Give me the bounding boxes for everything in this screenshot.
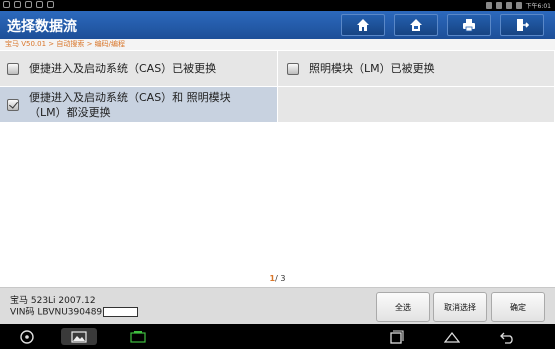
vehicle-home-button[interactable] [394, 14, 438, 36]
steering-wheel-button[interactable] [16, 328, 38, 345]
back-icon [500, 332, 513, 344]
wifi-icon [505, 2, 512, 9]
title-bar: 选择数据流 [0, 11, 555, 39]
print-icon [463, 19, 475, 32]
empty-cell [278, 87, 555, 123]
option-label: 便捷进入及启动系统（CAS）已被更换 [29, 62, 217, 75]
vehicle-home-icon [410, 19, 422, 31]
android-status-bar: 下午6:01 [0, 0, 555, 11]
vci-icon [130, 330, 146, 343]
option-label: 便捷进入及启动系统（CAS）和 照明模块（LM）都没更换 [29, 91, 231, 119]
option-lm-replaced[interactable]: 照明模块（LM）已被更换 [278, 51, 555, 87]
vin-text: VIN码 LBVNU390489 [10, 307, 103, 318]
option-cas-replaced[interactable]: 便捷进入及启动系统（CAS）已被更换 [0, 51, 278, 87]
recent-apps-button[interactable] [385, 328, 407, 345]
exit-icon [517, 19, 529, 31]
battery-icon [515, 2, 522, 9]
option-label: 照明模块（LM）已被更换 [309, 62, 435, 75]
gallery-button[interactable] [61, 328, 97, 345]
breadcrumb: 宝马 V50.01 > 自动搜索 > 编码/编程 [0, 39, 555, 50]
image-icon [71, 330, 87, 343]
bottom-bar: 宝马 523Li 2007.12 VIN码 LBVNU390489 全选 取消选… [0, 287, 555, 324]
clock: 下午6:01 [525, 3, 551, 10]
home-button[interactable] [341, 14, 385, 36]
confirm-button[interactable]: 确定 [491, 292, 545, 322]
steering-wheel-icon [20, 329, 34, 344]
cancel-select-button[interactable]: 取消选择 [433, 292, 487, 322]
checkbox-cas-replaced[interactable] [7, 63, 19, 75]
recent-apps-icon [390, 329, 404, 344]
print-button[interactable] [447, 14, 491, 36]
notification-icon [25, 1, 32, 8]
bluetooth-icon [495, 2, 502, 9]
notification-icons [3, 1, 54, 8]
option-none-replaced[interactable]: 便捷进入及启动系统（CAS）和 照明模块（LM）都没更换 [0, 87, 278, 123]
pagination: 1/ 3 [0, 274, 555, 283]
home-nav-icon [444, 331, 460, 343]
select-all-button[interactable]: 全选 [376, 292, 430, 322]
back-button[interactable] [496, 328, 518, 345]
screen: 下午6:01 选择数据流 宝马 V50.01 > 自动搜索 > 编码/编程 便捷… [0, 0, 555, 349]
system-status: 下午6:01 [485, 1, 551, 10]
exit-button[interactable] [500, 14, 544, 36]
vin-line: VIN码 LBVNU390489 [10, 307, 139, 319]
notification-icon [3, 1, 10, 8]
checkbox-lm-replaced[interactable] [287, 63, 299, 75]
vehicle-model: 宝马 523Li 2007.12 [10, 296, 96, 306]
vehicle-info: 宝马 523Li 2007.12 VIN码 LBVNU390489 [10, 296, 139, 319]
notification-icon [36, 1, 43, 8]
android-nav-bar [0, 324, 555, 349]
notification-icon [14, 1, 21, 8]
vci-button[interactable] [127, 328, 149, 345]
page-title: 选择数据流 [7, 19, 77, 35]
home-icon [357, 19, 369, 31]
home-nav-button[interactable] [441, 328, 463, 345]
notification-icon [47, 1, 54, 8]
location-icon [485, 2, 492, 9]
vin-redaction-box [103, 307, 139, 317]
checkbox-none-replaced[interactable] [7, 99, 19, 111]
total-pages: / 3 [275, 274, 286, 283]
